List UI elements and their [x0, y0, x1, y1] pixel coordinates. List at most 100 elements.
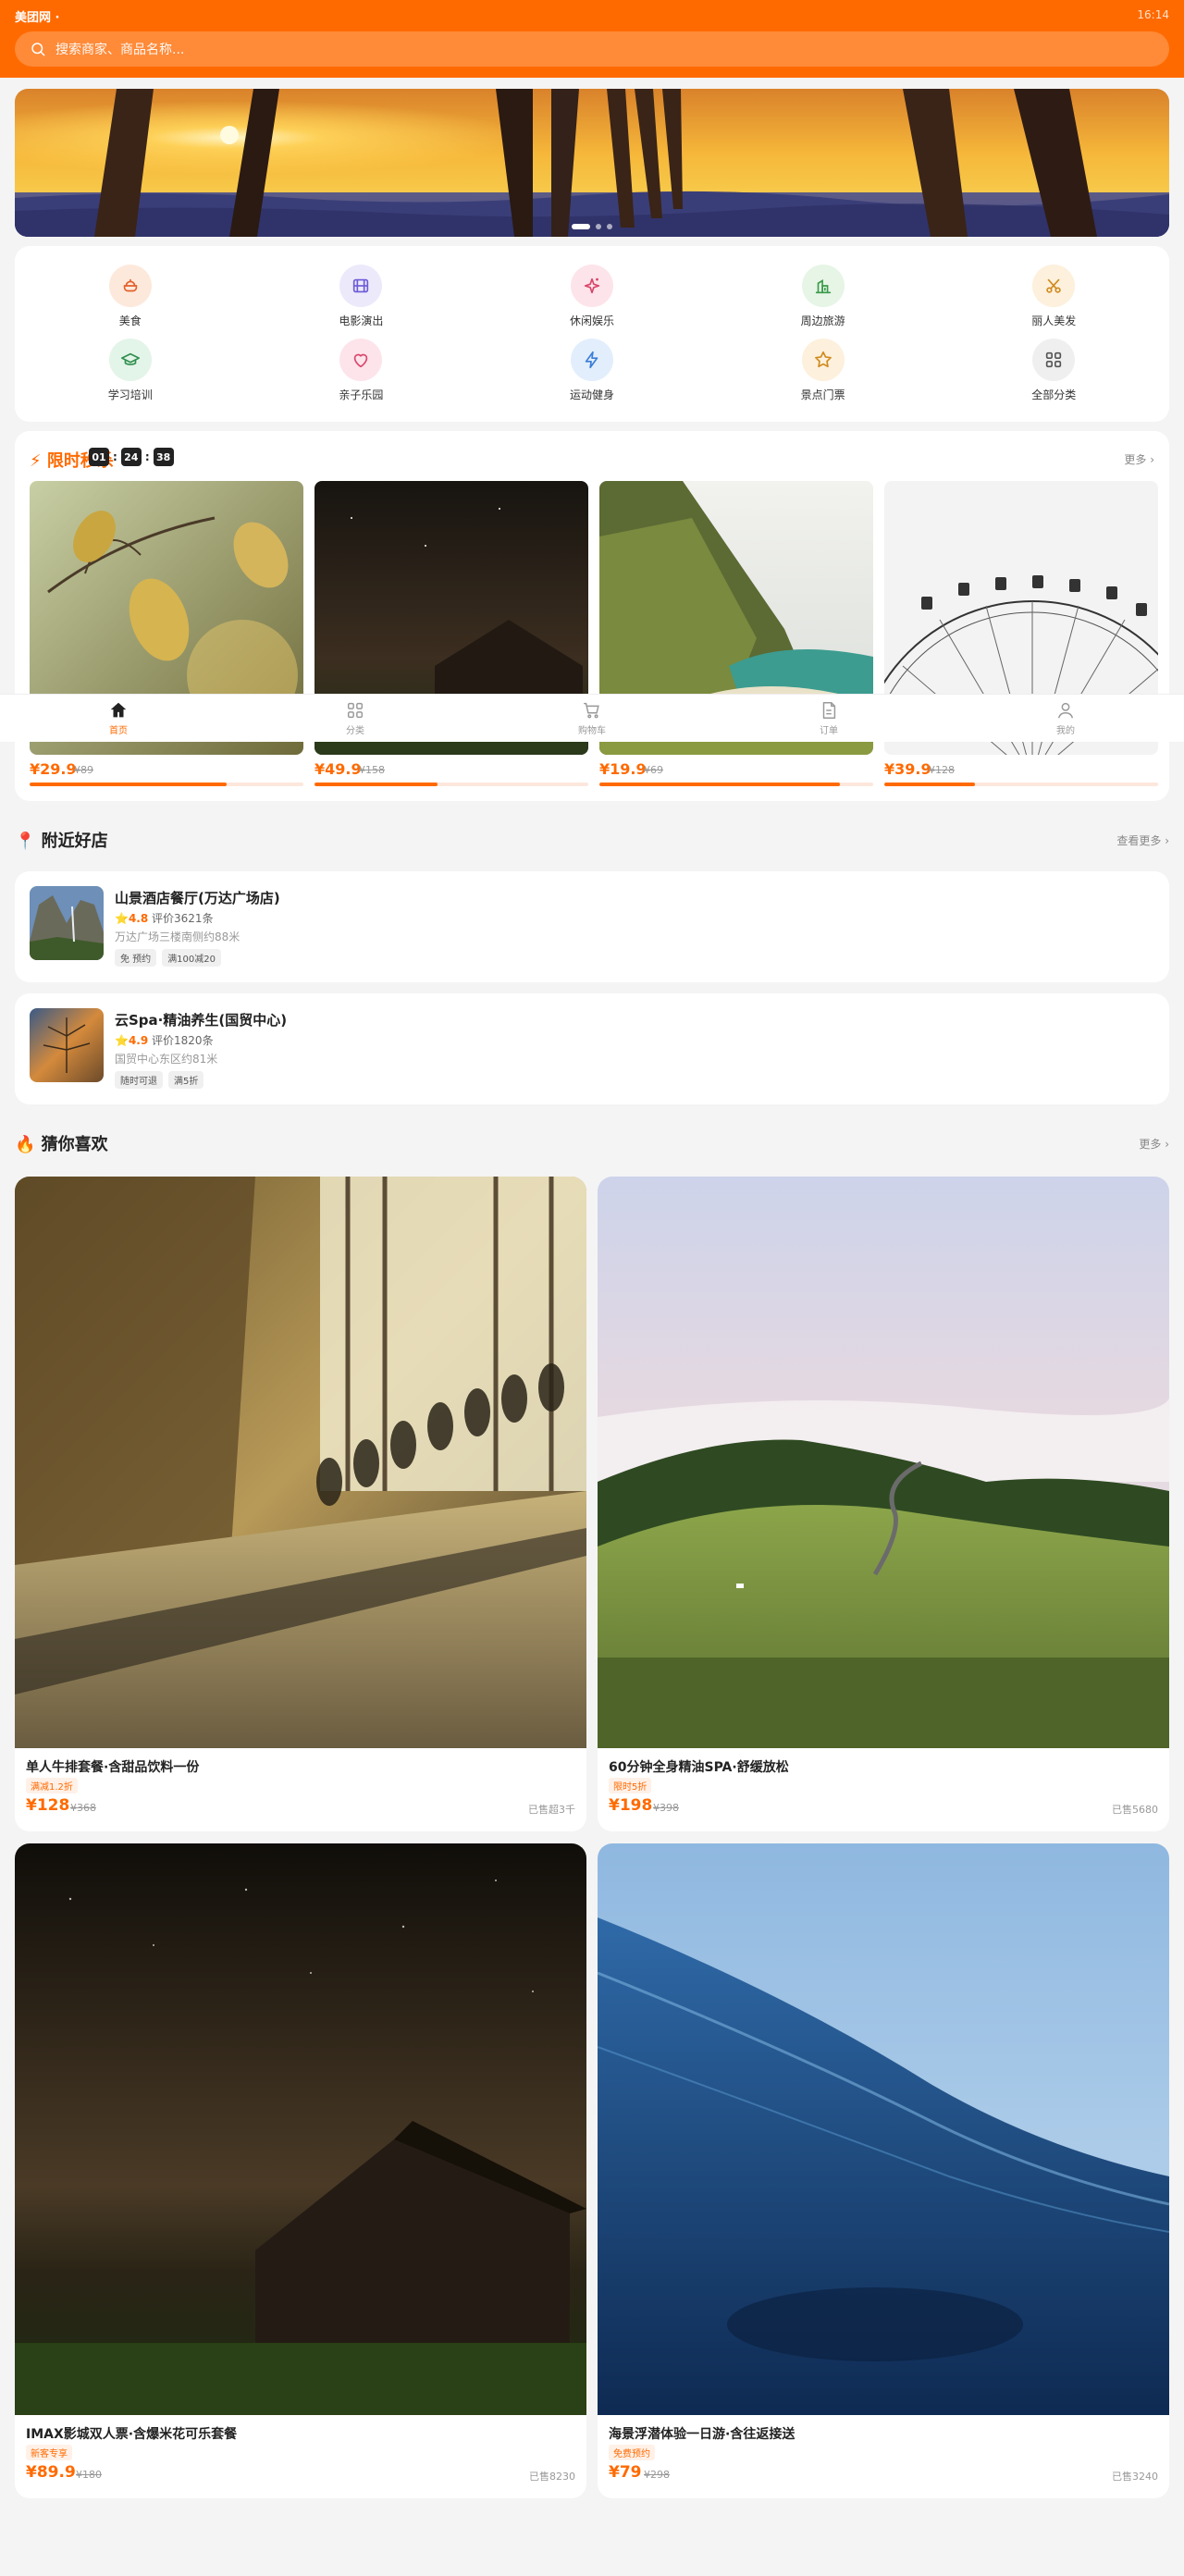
category-label: 运动健身: [569, 388, 614, 401]
product-card[interactable]: 60分钟全身精油SPA·舒缓放松 限时5折 ¥198 ¥398 已售5680: [598, 1177, 1169, 1831]
flash-more-link[interactable]: 更多 ›: [1124, 451, 1154, 467]
tab-orders[interactable]: 订单: [710, 695, 947, 742]
tab-cart[interactable]: 购物车: [474, 695, 710, 742]
category-label: 丽人美发: [1031, 314, 1077, 327]
flash-progress: [30, 783, 303, 786]
tab-profile[interactable]: 我的: [947, 695, 1184, 742]
category-label: 周边旅游: [800, 314, 845, 327]
tab-home[interactable]: 首页: [0, 695, 237, 742]
store-rating: ⭐4.8 评价3621条: [115, 910, 214, 926]
flash-price: ¥19.9: [599, 760, 647, 778]
banner-pagination[interactable]: [572, 224, 612, 229]
review-count: 评价1820条: [152, 1034, 214, 1047]
product-tag: 限时5折: [609, 1778, 652, 1793]
category-beauty[interactable]: 丽人美发: [938, 265, 1169, 339]
category-label: 电影演出: [339, 314, 384, 327]
flash-sale-section: ⚡ 限时秒杀 01: 24: 38 更多 › ¥29.9 ¥89 ¥49.9 ¥…: [15, 431, 1169, 801]
category-label: 休闲娱乐: [569, 314, 614, 327]
flash-original-price: ¥69: [644, 764, 663, 776]
status-time: 16:14: [1137, 8, 1169, 21]
store-card[interactable]: 云Spa·精油养生(国贸中心) ⭐4.9 评价1820条 国贸中心东区约81米 …: [15, 993, 1169, 1104]
product-card[interactable]: 海景浮潜体验一日游·含往返接送 免费预约 ¥79 ¥298 已售3240: [598, 1843, 1169, 2498]
order-icon: [822, 702, 836, 719]
promo-banner[interactable]: [15, 89, 1169, 237]
product-price: ¥198: [609, 1796, 653, 1815]
category-grid: 美食 电影演出 休闲娱乐 周边旅游 丽人美发 学习培训 亲子乐园 运动健身 景点…: [15, 246, 1169, 422]
flash-progress: [599, 783, 873, 786]
tab-label: 首页: [109, 726, 128, 736]
category-family[interactable]: 亲子乐园: [246, 339, 477, 413]
store-tag: 免 预约: [115, 949, 157, 967]
tab-label: 购物车: [578, 726, 606, 736]
product-sold: 已售3240: [1112, 2471, 1158, 2483]
product-sold: 已售8230: [529, 2471, 575, 2483]
flash-progress: [884, 783, 1158, 786]
product-card[interactable]: 单人牛排套餐·含甜品饮料一份 满减1.2折 ¥128 ¥368 已售超3千: [15, 1177, 586, 1831]
category-tickets[interactable]: 景点门票: [708, 339, 939, 413]
category-food[interactable]: 美食: [15, 265, 246, 339]
product-tag: 满减1.2折: [26, 1778, 78, 1793]
search-bar[interactable]: 搜索商家、商品名称...: [15, 31, 1169, 67]
product-price: ¥128: [26, 1796, 70, 1815]
tab-category[interactable]: 分类: [237, 695, 474, 742]
search-placeholder[interactable]: 搜索商家、商品名称...: [56, 40, 184, 58]
store-address: 国贸中心东区约81米: [115, 1053, 218, 1066]
category-fitness[interactable]: 运动健身: [476, 339, 708, 413]
product-sold: 已售5680: [1112, 1804, 1158, 1816]
rating-value: ⭐4.9: [115, 1034, 149, 1047]
product-image: [15, 1177, 586, 1748]
banner-dot[interactable]: [596, 224, 601, 229]
store-rating: ⭐4.9 评价1820条: [115, 1032, 214, 1048]
product-name: 60分钟全身精油SPA·舒缓放松: [609, 1760, 789, 1775]
recommend-more-link[interactable]: 更多 ›: [1139, 1136, 1169, 1152]
store-tag: 满100减20: [162, 949, 221, 967]
tab-label: 订单: [820, 726, 838, 736]
product-price: ¥89.9: [26, 2463, 76, 2482]
flash-item[interactable]: ¥39.9 ¥128: [884, 481, 1158, 792]
bottom-tab-bar: 首页 分类 购物车 订单 我的: [0, 694, 1184, 742]
product-original-price: ¥298: [644, 2469, 670, 2481]
category-label: 全部分类: [1031, 388, 1077, 401]
nearby-more-link[interactable]: 查看更多 ›: [1116, 832, 1169, 848]
flash-price: ¥29.9: [30, 760, 77, 778]
product-image: [15, 1843, 586, 2415]
flash-progress: [314, 783, 588, 786]
tab-label: 我的: [1056, 726, 1075, 736]
product-name: IMAX影城双人票·含爆米花可乐套餐: [26, 2427, 238, 2442]
flash-item[interactable]: ¥49.9 ¥158: [314, 481, 588, 792]
store-address: 万达广场三楼南侧约88米: [115, 931, 240, 943]
product-card[interactable]: IMAX影城双人票·含爆米花可乐套餐 新客专享 ¥89.9 ¥180 已售823…: [15, 1843, 586, 2498]
store-card[interactable]: 山景酒店餐厅(万达广场店) ⭐4.8 评价3621条 万达广场三楼南侧约88米 …: [15, 871, 1169, 982]
flash-items: ¥29.9 ¥89 ¥49.9 ¥158 ¥19.9 ¥69 ¥39.9 ¥12…: [30, 481, 1169, 792]
product-name: 单人牛排套餐·含甜品饮料一份: [26, 1760, 200, 1775]
recommend-title: 🔥 猜你喜欢: [15, 1135, 108, 1154]
grid-icon: [1032, 339, 1076, 381]
grid-icon: [347, 702, 364, 719]
banner-image: [15, 89, 1169, 237]
sparkle-icon: [570, 265, 613, 307]
banner-dot[interactable]: [607, 224, 612, 229]
category-movies[interactable]: 电影演出: [246, 265, 477, 339]
category-label: 学习培训: [107, 388, 153, 401]
store-tags: 随时可退 满5折: [115, 1071, 204, 1089]
star-icon: [801, 339, 845, 381]
store-tags: 免 预约 满100减20: [115, 949, 221, 967]
product-original-price: ¥180: [76, 2469, 102, 2481]
flash-item[interactable]: ¥29.9 ¥89: [30, 481, 303, 792]
review-count: 评价3621条: [152, 912, 214, 925]
rating-value: ⭐4.8: [115, 912, 149, 925]
film-icon: [339, 265, 383, 307]
category-education[interactable]: 学习培训: [15, 339, 246, 413]
search-icon: [31, 43, 45, 56]
banner-dot[interactable]: [572, 224, 590, 229]
category-leisure[interactable]: 休闲娱乐: [476, 265, 708, 339]
category-label: 亲子乐园: [339, 388, 384, 401]
flash-price: ¥39.9: [884, 760, 931, 778]
store-image: [30, 886, 104, 960]
category-travel[interactable]: 周边旅游: [708, 265, 939, 339]
cart-icon: [584, 702, 599, 719]
flash-item[interactable]: ¥19.9 ¥69: [599, 481, 873, 792]
product-original-price: ¥368: [70, 1802, 96, 1814]
category-label: 美食: [118, 314, 142, 327]
category-all[interactable]: 全部分类: [938, 339, 1169, 413]
